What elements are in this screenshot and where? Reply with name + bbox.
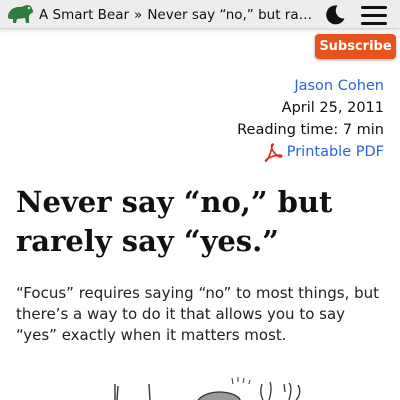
hamburger-menu-icon[interactable] [360,4,388,26]
bear-logo-icon[interactable] [5,1,35,27]
breadcrumb-site-link[interactable]: A Smart Bear [39,7,129,23]
menu-bar [361,14,387,17]
menu-bar [361,22,387,25]
moon-icon[interactable] [323,3,347,27]
printable-pdf-link[interactable]: Printable PDF [263,141,384,163]
article-lede: “Focus” requires saying “no” to most thi… [16,284,380,344]
pdf-icon [264,143,283,162]
menu-bar [361,6,387,9]
breadcrumb: A Smart Bear »Never say “no,” but rarely … [39,6,314,24]
breadcrumb-current: Never say “no,” but rarely say “yes.” [147,7,314,23]
publish-date: April 25, 2011 [281,100,384,116]
reading-time: Reading time: 7 min [237,122,384,138]
article-title: Never say “no,” but rarely say “yes.” [16,185,333,258]
top-bar: A Smart Bear »Never say “no,” but rarely … [0,0,400,29]
article-illustration [114,377,301,400]
subscribe-button[interactable]: Subscribe [315,34,396,59]
pdf-label: Printable PDF [286,144,384,160]
breadcrumb-separator: » [134,7,143,23]
author-link[interactable]: Jason Cohen [294,75,384,97]
